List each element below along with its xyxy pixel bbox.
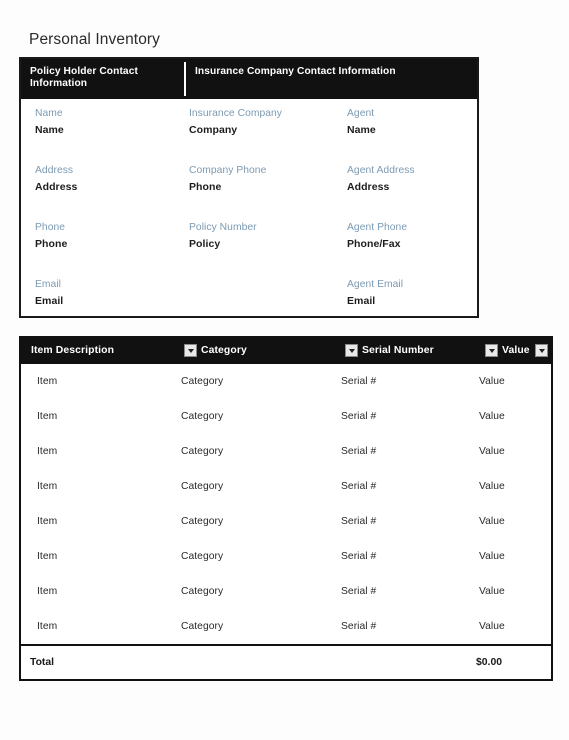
field-value-company-phone[interactable]: Phone — [189, 180, 266, 194]
cell-serial-number[interactable]: Serial # — [341, 375, 376, 388]
total-row: Total $0.00 — [21, 646, 551, 679]
filter-dropdown-icon-value[interactable] — [535, 344, 548, 357]
cell-item-description[interactable]: Item — [37, 550, 57, 563]
cell-value[interactable]: Value — [479, 445, 505, 458]
cell-serial-number[interactable]: Serial # — [341, 445, 376, 458]
cell-serial-number[interactable]: Serial # — [341, 515, 376, 528]
cell-value[interactable]: Value — [479, 620, 505, 633]
field-label-agent-email: Agent Email — [347, 279, 404, 290]
table-row[interactable]: Item Category Serial # Value — [21, 609, 551, 644]
cell-serial-number[interactable]: Serial # — [341, 480, 376, 493]
cell-item-description[interactable]: Item — [37, 410, 57, 423]
cell-category[interactable]: Category — [181, 620, 223, 633]
table-row[interactable]: Item Category Serial # Value — [21, 399, 551, 434]
total-value: $0.00 — [476, 657, 503, 668]
cell-serial-number[interactable]: Serial # — [341, 410, 376, 423]
field-value-insurance-company[interactable]: Company — [189, 123, 282, 137]
field-agent: Agent Name — [347, 107, 376, 137]
chevron-down-icon — [348, 348, 355, 353]
field-label-phone: Phone — [35, 222, 66, 233]
column-header-item-description[interactable]: Item Description — [31, 344, 114, 357]
cell-value[interactable]: Value — [479, 515, 505, 528]
field-phone: Phone Phone — [35, 221, 67, 251]
page-title: Personal Inventory — [29, 31, 161, 48]
field-company-phone: Company Phone Phone — [189, 164, 266, 194]
table-row[interactable]: Item Category Serial # Value — [21, 504, 551, 539]
cell-serial-number[interactable]: Serial # — [341, 585, 376, 598]
column-header-category[interactable]: Category — [201, 344, 247, 357]
field-agent-phone: Agent Phone Phone/Fax — [347, 221, 407, 251]
policy-holder-header-label: Policy Holder Contact Information — [30, 66, 138, 90]
table-row[interactable]: Item Category Serial # Value — [21, 539, 551, 574]
cell-category[interactable]: Category — [181, 550, 223, 563]
filter-dropdown-icon-item-description[interactable] — [184, 344, 197, 357]
field-label-agent: Agent — [347, 108, 375, 119]
table-row[interactable]: Item Category Serial # Value — [21, 364, 551, 399]
inventory-table: Item Description Category Serial Number … — [19, 336, 553, 681]
field-value-email[interactable]: Email — [35, 294, 63, 308]
field-value-name[interactable]: Name — [35, 123, 64, 137]
cell-category[interactable]: Category — [181, 515, 223, 528]
cell-value[interactable]: Value — [479, 585, 505, 598]
table-row[interactable]: Item Category Serial # Value — [21, 574, 551, 609]
chevron-down-icon — [488, 348, 495, 353]
cell-item-description[interactable]: Item — [37, 480, 57, 493]
field-label-agent-address: Agent Address — [347, 165, 415, 176]
field-agent-address: Agent Address Address — [347, 164, 415, 194]
contact-information-card: Policy Holder Contact Information Insura… — [19, 57, 479, 318]
field-email: Email Email — [35, 278, 63, 308]
field-label-name: Name — [35, 108, 63, 119]
chevron-down-icon — [538, 348, 545, 353]
field-insurance-company: Insurance Company Company — [189, 107, 282, 137]
field-label-policy-number: Policy Number — [189, 222, 257, 233]
field-value-phone[interactable]: Phone — [35, 237, 67, 251]
field-address: Address Address — [35, 164, 77, 194]
cell-item-description[interactable]: Item — [37, 585, 57, 598]
cell-serial-number[interactable]: Serial # — [341, 620, 376, 633]
field-value-agent[interactable]: Name — [347, 123, 376, 137]
chevron-down-icon — [187, 348, 194, 353]
cell-item-description[interactable]: Item — [37, 445, 57, 458]
field-label-insurance-company: Insurance Company — [189, 108, 282, 119]
filter-dropdown-icon-serial-number[interactable] — [485, 344, 498, 357]
column-header-value[interactable]: Value — [502, 344, 530, 357]
field-value-agent-address[interactable]: Address — [347, 180, 415, 194]
cell-value[interactable]: Value — [479, 410, 505, 423]
total-label: Total — [30, 657, 55, 668]
insurance-company-header-label: Insurance Company Contact Information — [195, 66, 396, 77]
cell-value[interactable]: Value — [479, 375, 505, 388]
table-row[interactable]: Item Category Serial # Value — [21, 434, 551, 469]
field-agent-email: Agent Email Email — [347, 278, 403, 308]
field-label-address: Address — [35, 165, 74, 176]
field-label-email: Email — [35, 279, 61, 290]
field-name: Name Name — [35, 107, 64, 137]
cell-category[interactable]: Category — [181, 445, 223, 458]
filter-dropdown-icon-category[interactable] — [345, 344, 358, 357]
cell-category[interactable]: Category — [181, 480, 223, 493]
contact-card-body: Name Name Address Address Phone Phone Em… — [21, 99, 477, 316]
field-label-company-phone: Company Phone — [189, 165, 267, 176]
field-label-agent-phone: Agent Phone — [347, 222, 408, 233]
field-value-agent-phone[interactable]: Phone/Fax — [347, 237, 407, 251]
cell-category[interactable]: Category — [181, 375, 223, 388]
cell-category[interactable]: Category — [181, 585, 223, 598]
cell-item-description[interactable]: Item — [37, 515, 57, 528]
field-value-address[interactable]: Address — [35, 180, 77, 194]
inventory-table-body: Item Category Serial # Value Item Catego… — [21, 364, 551, 646]
inventory-table-header-row: Item Description Category Serial Number … — [21, 338, 551, 364]
cell-item-description[interactable]: Item — [37, 375, 57, 388]
cell-value[interactable]: Value — [479, 480, 505, 493]
table-row[interactable]: Item Category Serial # Value — [21, 469, 551, 504]
cell-category[interactable]: Category — [181, 410, 223, 423]
contact-card-header: Policy Holder Contact Information Insura… — [21, 59, 477, 99]
column-header-serial-number[interactable]: Serial Number — [362, 344, 434, 357]
field-value-agent-email[interactable]: Email — [347, 294, 403, 308]
cell-serial-number[interactable]: Serial # — [341, 550, 376, 563]
cell-item-description[interactable]: Item — [37, 620, 57, 633]
field-value-policy-number[interactable]: Policy — [189, 237, 257, 251]
cell-value[interactable]: Value — [479, 550, 505, 563]
field-policy-number: Policy Number Policy — [189, 221, 257, 251]
